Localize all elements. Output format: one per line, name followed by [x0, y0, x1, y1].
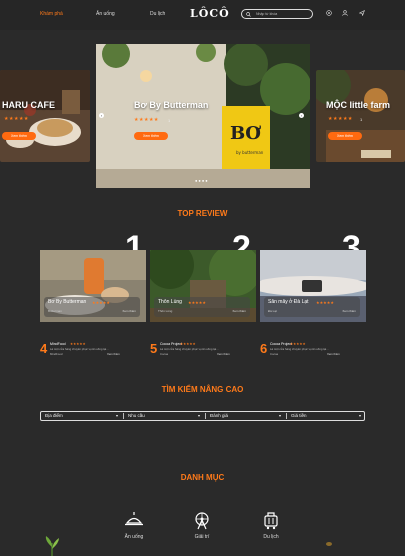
slide-center-sign-sub: by butterman: [236, 150, 264, 155]
review-card-2-meta: Thôn Lùng: [158, 309, 173, 313]
slide-right-button[interactable]: Xem thêm: [328, 132, 362, 140]
review-row-6-desc: Là một cửa hàng chuyên phục vụ ăn uống t…: [270, 347, 329, 351]
top-review-title: TOP REVIEW: [177, 209, 228, 218]
nav-food[interactable]: Ăn uống: [96, 11, 115, 17]
slider-dots[interactable]: ●●●●: [195, 178, 209, 183]
review-card-2-name: Thôn Lùng: [158, 299, 182, 305]
leaf-decoration-icon: [326, 542, 332, 546]
slide-right[interactable]: MỘC little farm ★★★★★ 1 Xem thêm: [316, 70, 405, 162]
slider-next-button[interactable]: ›: [299, 113, 304, 118]
review-row-5-rank: 5: [150, 341, 158, 356]
location-icon[interactable]: [326, 10, 332, 16]
chevron-down-icon[interactable]: ▾: [198, 412, 200, 420]
slide-center-button[interactable]: Xem thêm: [134, 132, 168, 140]
review-card-1-meta: Butterman: [48, 309, 62, 313]
review-row-4-more[interactable]: Xem thêm: [107, 352, 120, 356]
slide-left-button[interactable]: Xem thêm: [2, 132, 36, 140]
review-card-3-stars: ★★★★★: [316, 300, 334, 305]
review-row-6-name: Cocoa Project: [270, 342, 292, 346]
categories-title: DANH MỤC: [180, 473, 225, 482]
chevron-down-icon[interactable]: ▾: [279, 412, 281, 420]
review-row-6-rank: 6: [260, 341, 268, 356]
review-card-1-name: Bơ By Butterman: [48, 299, 87, 305]
slide-center-sign-text: BƠ: [230, 123, 261, 144]
review-row-6-more[interactable]: Xem thêm: [327, 352, 340, 356]
category-entertainment[interactable]: Giải trí: [182, 510, 222, 540]
top-navbar: Khám phá Ăn uống Du lịch LÔCÔ Nhập từ kh…: [0, 0, 405, 30]
review-row-4-stars: ★★★★★: [70, 342, 86, 346]
advanced-search-title: TÌM KIẾM NÂNG CAO: [161, 385, 244, 394]
review-row-5-name: Cocoa Project: [160, 342, 182, 346]
review-row-5-meta: Cocoa: [160, 352, 169, 356]
filter-location[interactable]: Địa điểm: [45, 412, 63, 420]
filter-divider: [205, 413, 206, 419]
filter-divider: [123, 413, 124, 419]
food-tray-icon: [125, 512, 143, 526]
review-card-3-more[interactable]: Xem thêm: [342, 309, 356, 313]
category-travel[interactable]: Du lịch: [251, 510, 291, 540]
filter-price[interactable]: Giá tiền: [291, 412, 307, 420]
send-icon[interactable]: [359, 10, 365, 16]
category-travel-label: Du lịch: [263, 534, 279, 540]
slide-center-title: Bơ By Butterman: [134, 100, 209, 110]
user-icon[interactable]: [342, 10, 348, 16]
review-row-4-meta: MindFood: [50, 352, 63, 356]
review-card-2-info: Thôn Lùng ★★★★★ Thôn Lùng Xem thêm: [154, 297, 250, 317]
featured-slider: HARU CAFE ★★★★★ Xem thêm BƠ by butterman…: [0, 42, 405, 188]
review-row-5-more[interactable]: Xem thêm: [217, 352, 230, 356]
chevron-down-icon[interactable]: ▾: [116, 412, 118, 420]
review-card-3-name: Săn mây ở Đà Lạt: [268, 299, 309, 305]
slide-left-stars: ★★★★★: [4, 116, 29, 122]
search-icon: [246, 12, 251, 17]
review-row-4-name: MindFood: [50, 342, 66, 346]
slide-right-title: MỘC little farm: [326, 100, 391, 110]
category-food[interactable]: Ăn uống: [114, 510, 154, 540]
filter-rating[interactable]: Đánh giá: [210, 412, 228, 420]
review-card-2-stars: ★★★★★: [188, 300, 206, 305]
review-card-1[interactable]: Bơ By Butterman ★★★★★ Butterman Xem thêm: [40, 250, 146, 322]
review-card-1-more[interactable]: Xem thêm: [122, 309, 136, 313]
review-row-6-meta: Cocoa: [270, 352, 279, 356]
slide-center-image: BƠ by butterman: [96, 44, 310, 188]
review-row-5-stars: ★★★★★: [180, 342, 196, 346]
nav-explore[interactable]: Khám phá: [40, 11, 63, 17]
advanced-search-filter-bar: Địa điểm ▾ Nhu cầu ▾ Đánh giá ▾ Giá tiền…: [40, 411, 365, 421]
review-card-3[interactable]: Săn mây ở Đà Lạt ★★★★★ Đà Lạt Xem thêm: [260, 250, 366, 322]
review-card-3-info: Săn mây ở Đà Lạt ★★★★★ Đà Lạt Xem thêm: [264, 297, 360, 317]
slide-left[interactable]: HARU CAFE ★★★★★ Xem thêm: [0, 70, 90, 162]
review-row-4-desc: Là một cửa hàng chuyên phục vụ ăn uống t…: [50, 347, 109, 351]
review-card-3-meta: Đà Lạt: [268, 309, 277, 313]
slide-right-stars: ★★★★★: [328, 116, 353, 122]
review-card-2-more[interactable]: Xem thêm: [232, 309, 246, 313]
plant-decoration-icon: [45, 536, 59, 556]
search-input[interactable]: Nhập từ khóa: [256, 12, 277, 16]
filter-needs[interactable]: Nhu cầu: [128, 412, 145, 420]
review-card-1-stars: ★★★★★: [92, 300, 110, 305]
slide-center-stars: ★★★★★: [134, 117, 159, 123]
slide-center[interactable]: BƠ by butterman Bơ By Butterman ★★★★★ 1 …: [96, 44, 310, 188]
slide-right-count: 1: [360, 117, 363, 122]
search-box[interactable]: Nhập từ khóa: [241, 9, 313, 19]
ferris-wheel-icon: [195, 512, 209, 530]
review-card-1-info: Bơ By Butterman ★★★★★ Butterman Xem thêm: [44, 297, 140, 317]
review-row-4-rank: 4: [40, 341, 48, 356]
filter-divider: [286, 413, 287, 419]
slider-prev-button[interactable]: ‹: [99, 113, 104, 118]
luggage-icon: [264, 512, 278, 530]
slide-left-title: HARU CAFE: [2, 100, 55, 110]
review-row-5-desc: Là một cửa hàng chuyên phục vụ ăn uống t…: [160, 347, 219, 351]
review-row-6-stars: ★★★★★: [290, 342, 306, 346]
category-entertainment-label: Giải trí: [194, 534, 210, 540]
category-food-label: Ăn uống: [124, 534, 144, 540]
chevron-down-icon[interactable]: ▾: [359, 412, 361, 420]
slide-center-count: 1: [168, 118, 171, 123]
nav-travel[interactable]: Du lịch: [150, 11, 165, 17]
review-card-2[interactable]: Thôn Lùng ★★★★★ Thôn Lùng Xem thêm: [150, 250, 256, 322]
site-logo[interactable]: LÔCÔ: [190, 7, 230, 20]
